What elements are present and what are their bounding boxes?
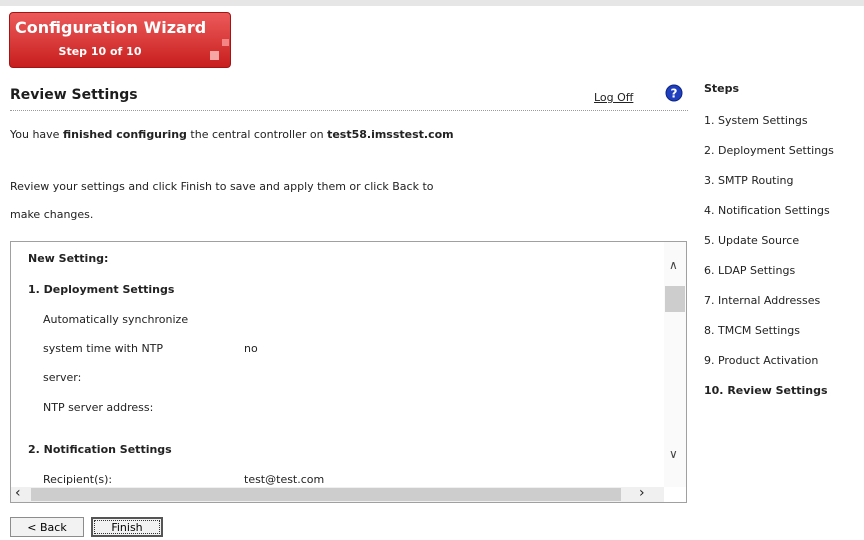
instructions-line-1: Review your settings and click Finish to… bbox=[10, 180, 434, 193]
step-item-deployment-settings: 2. Deployment Settings bbox=[704, 144, 834, 157]
help-icon[interactable]: ? bbox=[665, 84, 683, 102]
back-button[interactable]: < Back bbox=[10, 517, 84, 537]
settings-summary-panel[interactable]: New Setting: 1. Deployment Settings Auto… bbox=[10, 241, 687, 503]
step-item-ldap-settings: 6. LDAP Settings bbox=[704, 264, 796, 277]
section-title: 1. Deployment Settings bbox=[28, 283, 175, 296]
scroll-right-icon[interactable]: › bbox=[639, 485, 645, 501]
step-item-review-settings: 10. Review Settings bbox=[704, 384, 828, 397]
svg-text:?: ? bbox=[671, 87, 678, 101]
decorative-square bbox=[222, 39, 229, 46]
intro-middle: the central controller on bbox=[186, 128, 328, 141]
intro-prefix: You have bbox=[10, 128, 63, 141]
hostname: test58.imsstest.com bbox=[327, 128, 454, 141]
setting-label: system time with NTP bbox=[43, 342, 164, 355]
decorative-square bbox=[210, 51, 219, 60]
top-border bbox=[0, 0, 864, 6]
step-item-smtp-routing: 3. SMTP Routing bbox=[704, 174, 794, 187]
steps-heading: Steps bbox=[704, 82, 740, 95]
new-setting-heading: New Setting: bbox=[28, 252, 109, 265]
intro-bold: finished configuring bbox=[62, 128, 187, 141]
wizard-badge: Configuration Wizard Step 10 of 10 bbox=[9, 12, 231, 68]
finish-button[interactable]: Finish bbox=[91, 517, 163, 537]
setting-label: NTP server address: bbox=[43, 401, 154, 414]
horizontal-scroll-thumb[interactable] bbox=[31, 488, 621, 501]
setting-label: Automatically synchronize bbox=[43, 313, 189, 326]
wizard-title: Configuration Wizard bbox=[15, 18, 207, 37]
step-item-product-activation: 9. Product Activation bbox=[704, 354, 819, 367]
step-item-notification-settings: 4. Notification Settings bbox=[704, 204, 830, 217]
step-item-update-source: 5. Update Source bbox=[704, 234, 800, 247]
intro-text: You have finished configuring the centra… bbox=[10, 128, 454, 141]
vertical-scrollbar[interactable]: ∧ ∨ bbox=[664, 242, 686, 487]
scroll-down-icon[interactable]: ∨ bbox=[669, 447, 678, 461]
setting-label: Recipient(s): bbox=[43, 473, 113, 486]
instructions-line-2: make changes. bbox=[10, 208, 94, 221]
section-title: 2. Notification Settings bbox=[28, 443, 172, 456]
page-title: Review Settings bbox=[10, 87, 138, 103]
setting-value: test@test.com bbox=[244, 473, 325, 486]
step-item-tmcm-settings: 8. TMCM Settings bbox=[704, 324, 800, 337]
vertical-scroll-thumb[interactable] bbox=[665, 286, 685, 312]
log-off-link[interactable]: Log Off bbox=[594, 91, 633, 104]
wizard-step-indicator: Step 10 of 10 bbox=[58, 45, 142, 58]
scroll-left-icon[interactable]: ‹ bbox=[15, 485, 21, 501]
setting-label: server: bbox=[43, 371, 82, 384]
step-item-system-settings: 1. System Settings bbox=[704, 114, 808, 127]
step-item-internal-addresses: 7. Internal Addresses bbox=[704, 294, 821, 307]
scroll-up-icon[interactable]: ∧ bbox=[669, 258, 678, 272]
setting-value: no bbox=[244, 342, 258, 355]
title-divider bbox=[10, 110, 688, 111]
horizontal-scrollbar[interactable]: ‹ › bbox=[11, 485, 664, 502]
